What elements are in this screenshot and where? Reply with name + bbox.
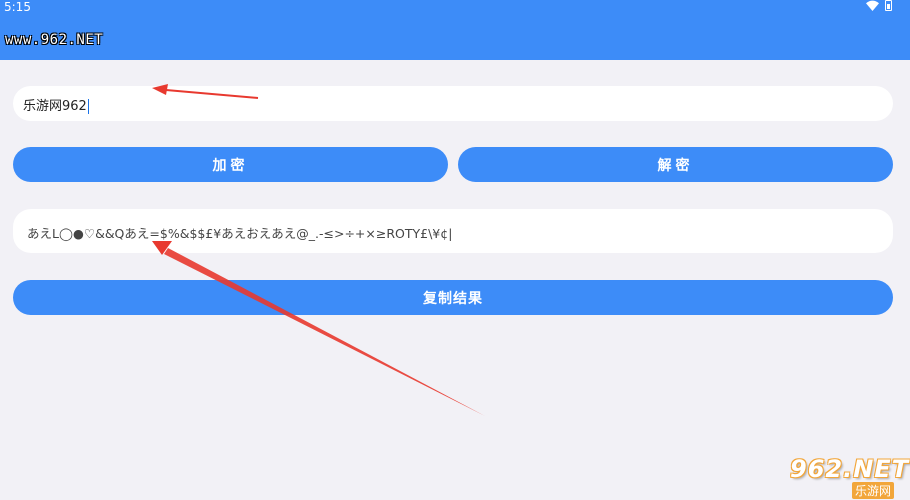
text-input-field[interactable]: 乐游网962 [13, 86, 893, 121]
arrow-to-output [152, 241, 485, 416]
status-time: 5:15 [4, 0, 31, 14]
encrypt-button[interactable]: 加密 [13, 147, 448, 182]
decrypt-button[interactable]: 解密 [458, 147, 893, 182]
status-icons [866, 0, 892, 11]
app-bar: 5:15 www.962.NET [0, 0, 910, 60]
wifi-icon [866, 0, 879, 11]
battery-icon [885, 0, 892, 11]
text-cursor [87, 99, 90, 114]
result-output-field[interactable]: あえL◯●♡&&Qあえ=$%&$$£¥あえおえあえ@_.-≤>÷+×≥ROTY£… [13, 209, 893, 253]
watermark-sub: 乐游网 [852, 482, 895, 499]
app-title: www.962.NET [5, 32, 104, 48]
watermark-logo: 962.NET [790, 455, 910, 483]
site-watermark: 962.NET 乐游网 [790, 455, 910, 499]
input-value: 乐游网962 [23, 95, 90, 114]
copy-result-button[interactable]: 复制结果 [13, 280, 893, 315]
result-text: あえL◯●♡&&Qあえ=$%&$$£¥あえおえあえ@_.-≤>÷+×≥ROTY£… [27, 226, 453, 241]
